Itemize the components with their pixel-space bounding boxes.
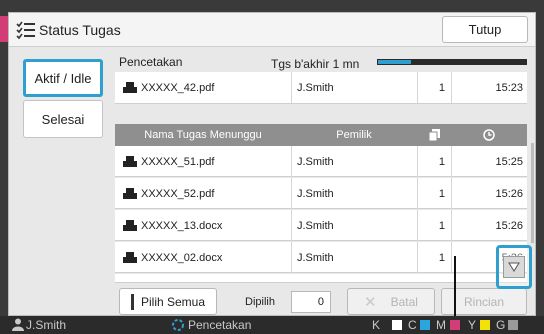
table-header: Nama Tugas Menunggu Pemilik <box>115 124 527 146</box>
close-x-icon: ✕ <box>364 293 377 311</box>
table-row[interactable]: XXXXX_02.docx J.Smith 1 5:26 <box>115 242 527 273</box>
tab-active-idle[interactable]: Aktif / Idle <box>23 59 103 97</box>
scrollbar[interactable] <box>531 143 534 243</box>
triangle-down-icon <box>508 262 520 272</box>
action-bar: Pilih Semua Dipilih 0 ✕ Batal Rincian <box>115 283 527 315</box>
ink-label-g: G <box>496 318 506 332</box>
ink-level-g <box>508 320 518 330</box>
row-count: 1 <box>438 187 445 200</box>
title-bar: Status Tugas Tutup <box>9 13 535 47</box>
selected-count-field: 0 <box>291 291 331 313</box>
row-name: XXXXX_02.docx <box>141 251 223 264</box>
row-count: 1 <box>438 155 445 168</box>
window-title: Status Tugas <box>39 22 121 38</box>
job-status-window: Status Tugas Tutup Aktif / Idle Selesai … <box>8 12 536 316</box>
row-owner: J.Smith <box>297 251 334 264</box>
job-owner: J.Smith <box>297 81 334 94</box>
cancel-label: Batal <box>390 294 418 309</box>
table-row-partial <box>115 274 527 283</box>
select-all-label: Pilih Semua <box>140 294 206 309</box>
job-name: XXXXX_42.pdf <box>141 81 215 94</box>
status-bar: J.Smith Pencetakan K C M Y G <box>0 316 544 334</box>
row-name: XXXXX_13.docx <box>141 219 223 232</box>
job-time: 15:23 <box>495 81 523 94</box>
printing-job-row[interactable]: XXXXX_42.pdf J.Smith 1 15:23 <box>115 72 527 104</box>
row-time: 15:25 <box>495 155 523 168</box>
row-owner: J.Smith <box>297 187 334 200</box>
status-user: J.Smith <box>26 318 67 332</box>
print-progress-bar <box>377 59 527 65</box>
remaining-time: Tgs b'akhir 1 mn <box>271 57 360 71</box>
tab-finished[interactable]: Selesai <box>23 100 103 138</box>
row-count: 1 <box>438 251 445 264</box>
ink-level-c <box>420 320 430 330</box>
table-row[interactable]: XXXXX_51.pdf J.Smith 1 15:25 <box>115 146 527 177</box>
ink-level-y <box>480 320 490 330</box>
selected-label: Dipilih <box>245 296 275 308</box>
user-icon <box>12 318 24 331</box>
row-name: XXXXX_51.pdf <box>141 155 215 168</box>
printing-label: Pencetakan <box>119 55 183 69</box>
ink-label-m: M <box>436 318 446 332</box>
document-icon <box>428 129 440 141</box>
scroll-down-button[interactable] <box>496 245 532 289</box>
ink-label-c: C <box>408 318 417 332</box>
row-time: 15:26 <box>495 219 523 232</box>
row-owner: J.Smith <box>297 219 334 232</box>
ink-label-k: K <box>372 318 381 332</box>
ink-level-k <box>392 320 402 330</box>
header-name: Nama Tugas Menunggu <box>144 129 262 141</box>
ink-label-y: Y <box>468 318 477 332</box>
close-button[interactable]: Tutup <box>442 16 528 43</box>
job-count: 1 <box>438 81 445 94</box>
job-panel: Pencetakan Tgs b'akhir 1 mn XXXXX_42.pdf… <box>113 51 535 315</box>
clock-icon <box>483 129 495 141</box>
row-owner: J.Smith <box>297 155 334 168</box>
print-job-icon <box>123 219 137 231</box>
select-all-bar-icon <box>130 293 134 310</box>
header-owner: Pemilik <box>336 129 372 141</box>
table-row[interactable]: XXXXX_52.pdf J.Smith 1 15:26 <box>115 178 527 209</box>
select-all-button[interactable]: Pilih Semua <box>119 288 217 315</box>
print-progress-fill <box>378 60 411 64</box>
table-row[interactable]: XXXXX_13.docx J.Smith 1 15:26 <box>115 210 527 241</box>
printing-status-icon <box>172 319 184 331</box>
print-job-icon <box>123 251 137 263</box>
row-time: 15:26 <box>495 187 523 200</box>
print-job-icon <box>123 81 137 93</box>
cancel-button[interactable]: ✕ Batal <box>347 288 435 315</box>
print-job-icon <box>123 187 137 199</box>
job-list-icon <box>16 21 35 40</box>
ink-level-m <box>450 320 460 330</box>
row-name: XXXXX_52.pdf <box>141 187 215 200</box>
print-job-icon <box>123 155 137 167</box>
status-state: Pencetakan <box>188 318 252 332</box>
row-count: 1 <box>438 219 445 232</box>
